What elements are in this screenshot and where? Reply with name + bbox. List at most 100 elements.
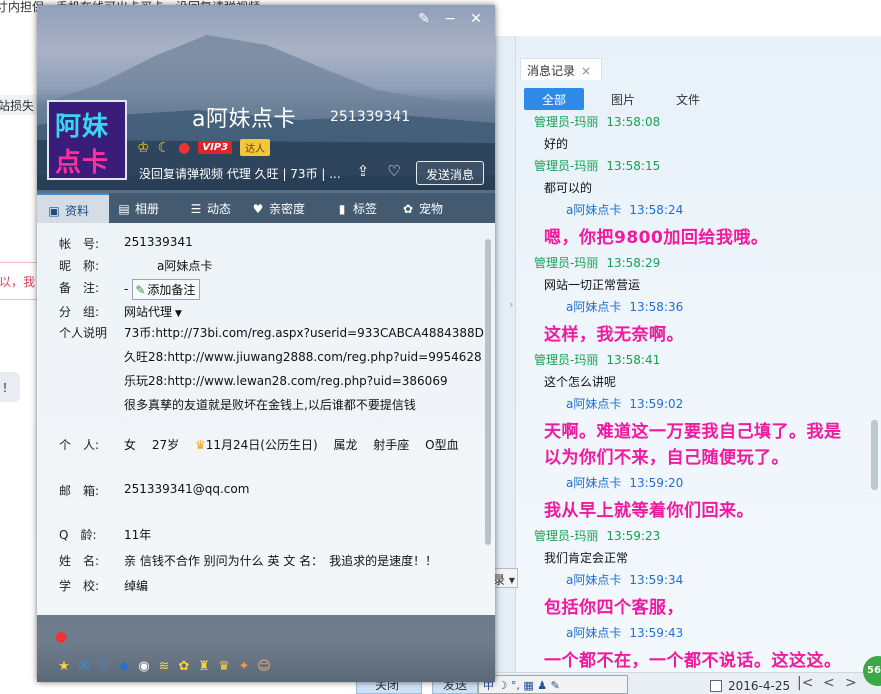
next-page-icon[interactable]: > [845, 675, 857, 691]
message-sender[interactable]: 管理员-玛丽 [534, 115, 598, 129]
email-value[interactable]: 251339341@qq.com [124, 482, 249, 496]
profile-tabs: ▣ 资料 ▤ 相册 ☰ 动态 ♥ 亲密度 ▮ 标签 ✿ 宠物 [37, 193, 495, 223]
message-time: 13:59:34 [629, 573, 684, 587]
birthday: 11月24日(公历生日) [205, 438, 318, 452]
message-sender[interactable]: a阿妹点卡 [566, 397, 621, 411]
message-text: 包括你四个客服， [544, 598, 684, 618]
heart-icon: ♥ [252, 202, 264, 216]
chevron-right-icon[interactable]: › [509, 298, 513, 311]
message-text: 网站一切正常营运 [544, 278, 641, 292]
history-date[interactable]: 2016-4-25 [728, 679, 790, 693]
star-sign: 射手座 [373, 438, 410, 452]
calendar-icon[interactable] [710, 680, 722, 692]
penguin-icon[interactable]: ● [55, 629, 67, 645]
first-page-icon[interactable]: |< [797, 675, 813, 691]
message-text: 这样，我无奈啊。 [544, 325, 684, 345]
message-text: 我们肯定会正常 [544, 551, 629, 565]
note-value: - ✎ 添加备注 [124, 279, 201, 300]
tab-label: 标签 [353, 202, 378, 216]
close-icon[interactable]: × [581, 64, 591, 78]
message-sender[interactable]: a阿妹点卡 [566, 300, 621, 314]
feed-icon: ☰ [190, 202, 202, 216]
penguin-icon[interactable]: ● [178, 140, 190, 156]
edit-icon: ✎ [135, 283, 146, 297]
message-sender[interactable]: a阿妹点卡 [566, 203, 621, 217]
bio-line[interactable]: 久旺28:http://www.jiuwang2888.com/reg.php?… [124, 348, 482, 365]
field-label: 帐 号: [59, 237, 100, 251]
mail-icon[interactable]: ✉ [75, 659, 93, 675]
eye-icon[interactable]: ◉ [135, 659, 153, 675]
message-sender[interactable]: a阿妹点卡 [566, 626, 621, 640]
message-time: 13:58:08 [606, 115, 661, 129]
prev-page-icon[interactable]: < [823, 675, 835, 691]
wave-icon[interactable]: ≋ [155, 659, 173, 675]
filter-files-button[interactable]: 文件 [670, 88, 706, 110]
message-text: 这个怎么讲呢 [544, 375, 617, 389]
filter-images-button[interactable]: 图片 [605, 88, 641, 110]
profile-qq-number: 251339341 [330, 109, 411, 125]
star-icon[interactable]: ★ [55, 659, 73, 675]
crown-icon[interactable]: ♛ [215, 659, 233, 675]
send-message-button[interactable]: 发送消息 [416, 161, 484, 185]
share-icon[interactable]: ⇪ [352, 162, 374, 184]
zodiac: 属龙 [333, 438, 358, 452]
message-time: 13:58:41 [606, 353, 661, 367]
message-sender[interactable]: 管理员-玛丽 [534, 256, 598, 270]
shield-icon[interactable]: ⛉ [95, 659, 113, 675]
bio-line[interactable]: 乐玩28:http://www.lewan28.com/reg.php?uid=… [124, 372, 448, 389]
pet-icon: ✿ [402, 202, 414, 216]
chat-collapse-strip[interactable] [494, 36, 516, 694]
filter-all-button[interactable]: 全部 [524, 88, 584, 110]
message-sender[interactable]: 管理员-玛丽 [534, 529, 598, 543]
account-value[interactable]: 251339341 [124, 235, 193, 249]
close-icon[interactable]: ✕ [463, 11, 489, 27]
tab-tags[interactable]: ▮ 标签 [335, 193, 395, 223]
pet-icon[interactable]: ✿ [175, 659, 193, 675]
avatar[interactable]: 阿妹 点卡 [47, 100, 127, 180]
message-sender[interactable]: a阿妹点卡 [566, 573, 621, 587]
daren-badge[interactable]: 达人 [240, 139, 271, 156]
face-icon[interactable]: ☺ [255, 659, 273, 675]
vip-badge[interactable]: VIP3 [198, 141, 233, 154]
combo-fragment[interactable]: 录 ▾ [492, 568, 518, 588]
message-sender[interactable]: 管理员-玛丽 [534, 353, 598, 367]
ime-toolbar[interactable]: 中 ☽ °, ▦ ♟ ✎ [478, 675, 628, 694]
minimize-icon[interactable]: − [437, 11, 463, 27]
tab-feed[interactable]: ☰ 动态 [189, 193, 249, 223]
add-note-button[interactable]: ✎ 添加备注 [132, 279, 201, 300]
profile-nickname: a阿妹点卡 [192, 107, 296, 132]
photo-icon: ▤ [118, 202, 130, 216]
message-sender[interactable]: a阿妹点卡 [566, 476, 621, 490]
message-header: a阿妹点卡 13:59:02 [532, 396, 872, 417]
add-note-label: 添加备注 [147, 283, 196, 297]
tab-pet[interactable]: ✿ 宠物 [401, 193, 461, 223]
tab-album[interactable]: ▤ 相册 [117, 193, 179, 223]
like-icon[interactable]: ♡ [383, 162, 405, 184]
message-header: 管理员-玛丽 13:58:29 [532, 255, 872, 276]
gem-icon[interactable]: ✦ [235, 659, 253, 675]
age: 27岁 [151, 438, 180, 452]
tab-intimacy[interactable]: ♥ 亲密度 [251, 193, 323, 223]
message-item: a阿妹点卡 13:59:02 天啊。难道这一万要我自己填了。我是以为你们不来，自己随… [532, 396, 872, 475]
message-header: 管理员-玛丽 13:58:41 [532, 352, 872, 373]
badge-row: ♔ ☾ ● VIP3 达人 [137, 139, 278, 159]
tab-info[interactable]: ▣ 资料 [37, 193, 109, 223]
crown-icon[interactable]: ♔ [137, 140, 150, 156]
game-icon[interactable]: ♜ [195, 659, 213, 675]
moon-icon[interactable]: ☾ [158, 140, 171, 156]
bio-line[interactable]: 73币:http://73bi.com/reg.aspx?userid=933C… [124, 324, 484, 341]
profile-scrollbar[interactable] [485, 239, 491, 545]
message-item: a阿妹点卡 13:59:34 包括你四个客服， [532, 572, 872, 625]
tab-message-history[interactable]: 消息记录 × [520, 58, 602, 80]
avatar-text-bottom: 点卡 [55, 148, 110, 178]
message-list: 管理员-玛丽 13:58:08 好的 管理员-玛丽 13:58:15 都可以的 a阿妹点卡 1… [532, 114, 872, 678]
profile-signature[interactable]: 没回复请弹视频 代理 久旺 | 73币 | ... [139, 165, 344, 182]
tab-label: 资料 [65, 204, 90, 218]
message-text: 天啊。难道这一万要我自己填了。我是以为你们不来，自己随便玩了。 [544, 422, 842, 468]
group-dropdown[interactable]: 网站代理 ▼ [124, 303, 182, 320]
diamond-icon[interactable]: ◆ [115, 659, 133, 675]
skin-icon[interactable]: ✎ [411, 11, 437, 27]
chat-scrollbar[interactable] [871, 420, 878, 490]
message-header: a阿妹点卡 13:59:20 [532, 475, 872, 496]
message-sender[interactable]: 管理员-玛丽 [534, 159, 598, 173]
